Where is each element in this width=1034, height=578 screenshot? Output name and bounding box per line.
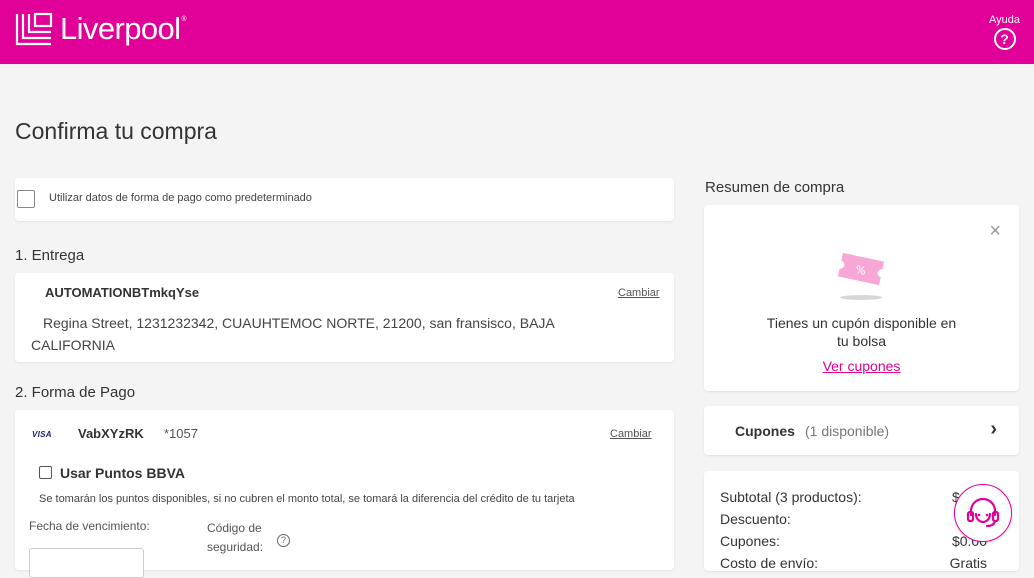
registered-mark: ® bbox=[181, 15, 187, 23]
card-number: *1057 bbox=[164, 426, 198, 441]
summary-title: Resumen de compra bbox=[705, 179, 845, 196]
coupon-ticket-icon: % bbox=[834, 247, 889, 300]
help-button[interactable]: Ayuda ? bbox=[989, 14, 1020, 50]
help-icon: ? bbox=[993, 28, 1016, 50]
default-payment-checkbox[interactable] bbox=[17, 190, 35, 208]
page-title: Confirma tu compra bbox=[15, 118, 217, 144]
payment-card: VISA VabXYzRK *1057 Cambiar Usar Puntos … bbox=[15, 410, 674, 578]
support-chat-button[interactable] bbox=[954, 484, 1012, 542]
coupons-row[interactable]: Cupones (1 disponible) › bbox=[704, 406, 1019, 455]
bbva-points-note: Se tomarán los puntos disponibles, si no… bbox=[39, 493, 575, 505]
ticket-shadow bbox=[840, 295, 882, 300]
close-icon[interactable]: × bbox=[989, 221, 1001, 241]
delivery-section-title: 1. Entrega bbox=[15, 247, 85, 264]
info-icon[interactable]: ? bbox=[277, 534, 290, 547]
recipient-name: AUTOMATIONBTmkqYse bbox=[45, 285, 200, 300]
subtotal-label: Subtotal (3 productos): bbox=[720, 489, 862, 505]
liverpool-logo-icon bbox=[15, 12, 53, 46]
shipping-label: Costo de envío: bbox=[720, 555, 819, 571]
top-header: Liverpool ® Ayuda ? bbox=[0, 0, 1034, 64]
brand-name: Liverpool bbox=[60, 11, 181, 46]
chevron-right-icon: › bbox=[990, 418, 997, 440]
coupons-count: (1 disponible) bbox=[805, 423, 890, 439]
default-payment-card: Utilizar datos de forma de pago como pre… bbox=[15, 178, 674, 221]
payment-section-title: 2. Forma de Pago bbox=[15, 384, 136, 401]
bbva-points-label: Usar Puntos BBVA bbox=[60, 465, 185, 481]
delivery-address: Regina Street, 1231232342, CUAUHTEMOC NO… bbox=[31, 315, 554, 353]
view-coupons-link-text[interactable]: Ver cupones bbox=[823, 358, 901, 374]
coupons-label: Cupones bbox=[735, 423, 795, 439]
default-payment-label: Utilizar datos de forma de pago como pre… bbox=[49, 192, 312, 204]
change-payment-link[interactable]: Cambiar bbox=[610, 428, 652, 440]
visa-icon: VISA bbox=[32, 430, 52, 439]
help-label: Ayuda bbox=[989, 14, 1020, 26]
coupon-available-text: Tienes un cupón disponible en tu bolsa bbox=[766, 315, 957, 349]
shipping-value: Gratis bbox=[949, 555, 987, 571]
discount-label: Descuento: bbox=[720, 511, 791, 527]
bbva-points-checkbox[interactable] bbox=[39, 466, 52, 479]
expiration-input[interactable] bbox=[29, 548, 144, 578]
security-code-label: Código de seguridad: bbox=[207, 521, 264, 554]
card-holder-name: VabXYzRK bbox=[78, 426, 144, 441]
coupons-total-label: Cupones: bbox=[720, 533, 780, 549]
expiration-label: Fecha de vencimiento: bbox=[29, 519, 150, 533]
headset-icon bbox=[966, 497, 999, 527]
view-coupons-link: Ver cupones bbox=[704, 358, 1019, 374]
coupon-available-card: × % Tienes un cupón disponible en tu bol… bbox=[704, 205, 1019, 391]
delivery-card: AUTOMATIONBTmkqYse Cambiar Regina Street… bbox=[15, 273, 674, 362]
change-delivery-link[interactable]: Cambiar bbox=[618, 287, 660, 299]
liverpool-logo[interactable]: Liverpool ® bbox=[15, 12, 187, 46]
